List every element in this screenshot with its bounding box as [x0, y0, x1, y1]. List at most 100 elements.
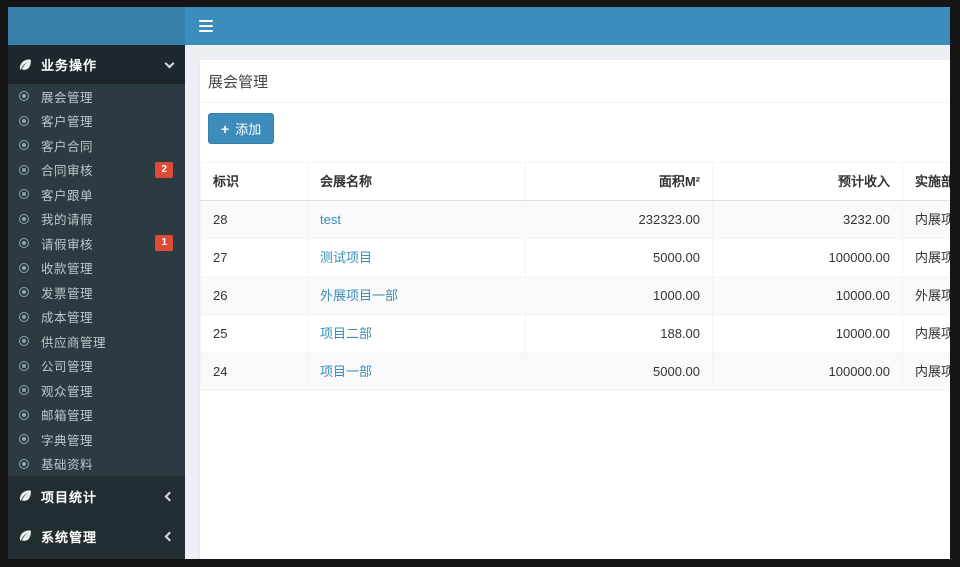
- sidebar-section-label: 业务操作: [41, 58, 98, 73]
- dot-circle-icon: [19, 238, 29, 249]
- page-title: 展会管理: [200, 60, 950, 103]
- sidebar-item-mailbox-mgmt[interactable]: 邮箱管理: [8, 403, 185, 428]
- sidebar-item-customer-contract[interactable]: 客户合同: [8, 133, 185, 158]
- sidebar-item-leave-review[interactable]: 请假审核 1: [8, 231, 185, 256]
- exhibition-link[interactable]: 项目一部: [320, 364, 372, 379]
- sidebar-section-system-mgmt[interactable]: 系统管理: [8, 516, 185, 556]
- dot-circle-icon: [19, 164, 29, 175]
- cell-dept: 外展项目: [902, 276, 950, 315]
- exhibition-table: 标识 会展名称 面积M² 预计收入 实施部门 28 test 232323.00: [200, 162, 950, 391]
- table-row: 28 test 232323.00 3232.00 内展项目: [200, 200, 950, 239]
- table-row: 27 测试项目 5000.00 100000.00 内展项目: [200, 238, 950, 277]
- cell-name: test: [307, 200, 526, 239]
- sidebar-item-customer-followup[interactable]: 客户跟单: [8, 182, 185, 207]
- cell-area: 1000.00: [525, 276, 713, 315]
- plus-icon: [221, 122, 229, 136]
- top-navbar: [8, 7, 950, 45]
- chevron-left-icon: [164, 491, 175, 501]
- notification-badge: 2: [155, 161, 173, 178]
- sidebar-item-contract-review[interactable]: 合同审核 2: [8, 158, 185, 183]
- sidebar-item-payment-mgmt[interactable]: 收款管理: [8, 256, 185, 281]
- cell-income: 10000.00: [712, 276, 903, 315]
- cell-income: 100000.00: [712, 352, 903, 391]
- dot-circle-icon: [19, 287, 29, 298]
- sidebar-section-label: 系统管理: [41, 529, 98, 545]
- column-header-area: 面积M²: [525, 162, 713, 201]
- notification-badge: 1: [155, 235, 173, 252]
- sidebar-item-dictionary-mgmt[interactable]: 字典管理: [8, 427, 185, 452]
- cell-income: 3232.00: [712, 200, 903, 239]
- sidebar-item-cost-mgmt[interactable]: 成本管理: [8, 305, 185, 330]
- column-header-income: 预计收入: [712, 162, 903, 201]
- cell-id: 24: [200, 352, 308, 391]
- dot-circle-icon: [19, 91, 29, 102]
- chevron-left-icon: [164, 531, 175, 541]
- sidebar-item-audience-mgmt[interactable]: 观众管理: [8, 378, 185, 403]
- add-button[interactable]: 添加: [208, 113, 275, 144]
- sidebar: 业务操作 展会管理 客户管理 客户合同 合同审核 2 客户跟单 我的请假 请假审…: [8, 45, 185, 559]
- leaf-icon: [18, 529, 32, 543]
- cell-income: 10000.00: [712, 314, 903, 353]
- sidebar-item-invoice-mgmt[interactable]: 发票管理: [8, 280, 185, 305]
- dot-circle-icon: [19, 336, 29, 347]
- column-header-name: 会展名称: [307, 162, 526, 201]
- table-row: 24 项目一部 5000.00 100000.00 内展项目: [200, 352, 950, 391]
- dot-circle-icon: [19, 189, 29, 200]
- sidebar-item-supplier-mgmt[interactable]: 供应商管理: [8, 329, 185, 354]
- sidebar-item-exhibition-mgmt[interactable]: 展会管理: [8, 84, 185, 109]
- sidebar-item-customer-mgmt[interactable]: 客户管理: [8, 109, 185, 134]
- column-header-dept: 实施部门: [902, 162, 950, 201]
- cell-dept: 内展项目: [902, 238, 950, 277]
- brand-area: [8, 7, 185, 45]
- dot-circle-icon: [19, 360, 29, 371]
- column-header-id: 标识: [200, 162, 308, 201]
- exhibition-link[interactable]: 项目二部: [320, 326, 372, 341]
- cell-name: 项目一部: [307, 352, 526, 391]
- hamburger-menu-icon[interactable]: [199, 17, 213, 35]
- chevron-down-icon: [164, 58, 175, 68]
- exhibition-link[interactable]: test: [320, 212, 341, 227]
- dot-circle-icon: [19, 140, 29, 151]
- cell-id: 27: [200, 238, 308, 277]
- exhibition-panel: 展会管理 添加 标识 会展名称 面积M² 预计收入 实施部门: [200, 60, 950, 559]
- table-row: 25 项目二部 188.00 10000.00 内展项目: [200, 314, 950, 353]
- dot-circle-icon: [19, 213, 29, 224]
- cell-dept: 内展项目: [902, 314, 950, 353]
- leaf-icon: [18, 489, 32, 503]
- cell-dept: 内展项目: [902, 352, 950, 391]
- dot-circle-icon: [19, 409, 29, 420]
- table-header-row: 标识 会展名称 面积M² 预计收入 实施部门: [200, 162, 950, 201]
- cell-id: 26: [200, 276, 308, 315]
- leaf-icon: [18, 58, 32, 72]
- toolbar: 添加: [200, 103, 950, 162]
- table-row: 26 外展项目一部 1000.00 10000.00 外展项目: [200, 276, 950, 315]
- dot-circle-icon: [19, 115, 29, 126]
- content-area: 展会管理 添加 标识 会展名称 面积M² 预计收入 实施部门: [185, 45, 950, 559]
- dot-circle-icon: [19, 311, 29, 322]
- dot-circle-icon: [19, 458, 29, 469]
- sidebar-item-company-mgmt[interactable]: 公司管理: [8, 354, 185, 379]
- sidebar-item-my-leave[interactable]: 我的请假: [8, 207, 185, 232]
- dot-circle-icon: [19, 262, 29, 273]
- sidebar-section-label: 项目统计: [41, 489, 98, 505]
- cell-name: 项目二部: [307, 314, 526, 353]
- sidebar-submenu: 展会管理 客户管理 客户合同 合同审核 2 客户跟单 我的请假 请假审核 1 收…: [8, 84, 185, 476]
- sidebar-section-business-operations[interactable]: 业务操作: [8, 45, 185, 84]
- exhibition-link[interactable]: 测试项目: [320, 250, 372, 265]
- exhibition-link[interactable]: 外展项目一部: [320, 288, 398, 303]
- add-button-label: 添加: [235, 122, 262, 137]
- screenshot-frame: 业务操作 展会管理 客户管理 客户合同 合同审核 2 客户跟单 我的请假 请假审…: [0, 0, 960, 567]
- cell-area: 232323.00: [525, 200, 713, 239]
- cell-income: 100000.00: [712, 238, 903, 277]
- navbar: [185, 7, 950, 45]
- dot-circle-icon: [19, 385, 29, 396]
- sidebar-section-project-statistics[interactable]: 项目统计: [8, 476, 185, 516]
- app-window: 业务操作 展会管理 客户管理 客户合同 合同审核 2 客户跟单 我的请假 请假审…: [8, 7, 950, 559]
- dot-circle-icon: [19, 434, 29, 445]
- cell-dept: 内展项目: [902, 200, 950, 239]
- sidebar-item-basic-data[interactable]: 基础资料: [8, 452, 185, 477]
- cell-area: 188.00: [525, 314, 713, 353]
- cell-area: 5000.00: [525, 238, 713, 277]
- cell-name: 测试项目: [307, 238, 526, 277]
- cell-area: 5000.00: [525, 352, 713, 391]
